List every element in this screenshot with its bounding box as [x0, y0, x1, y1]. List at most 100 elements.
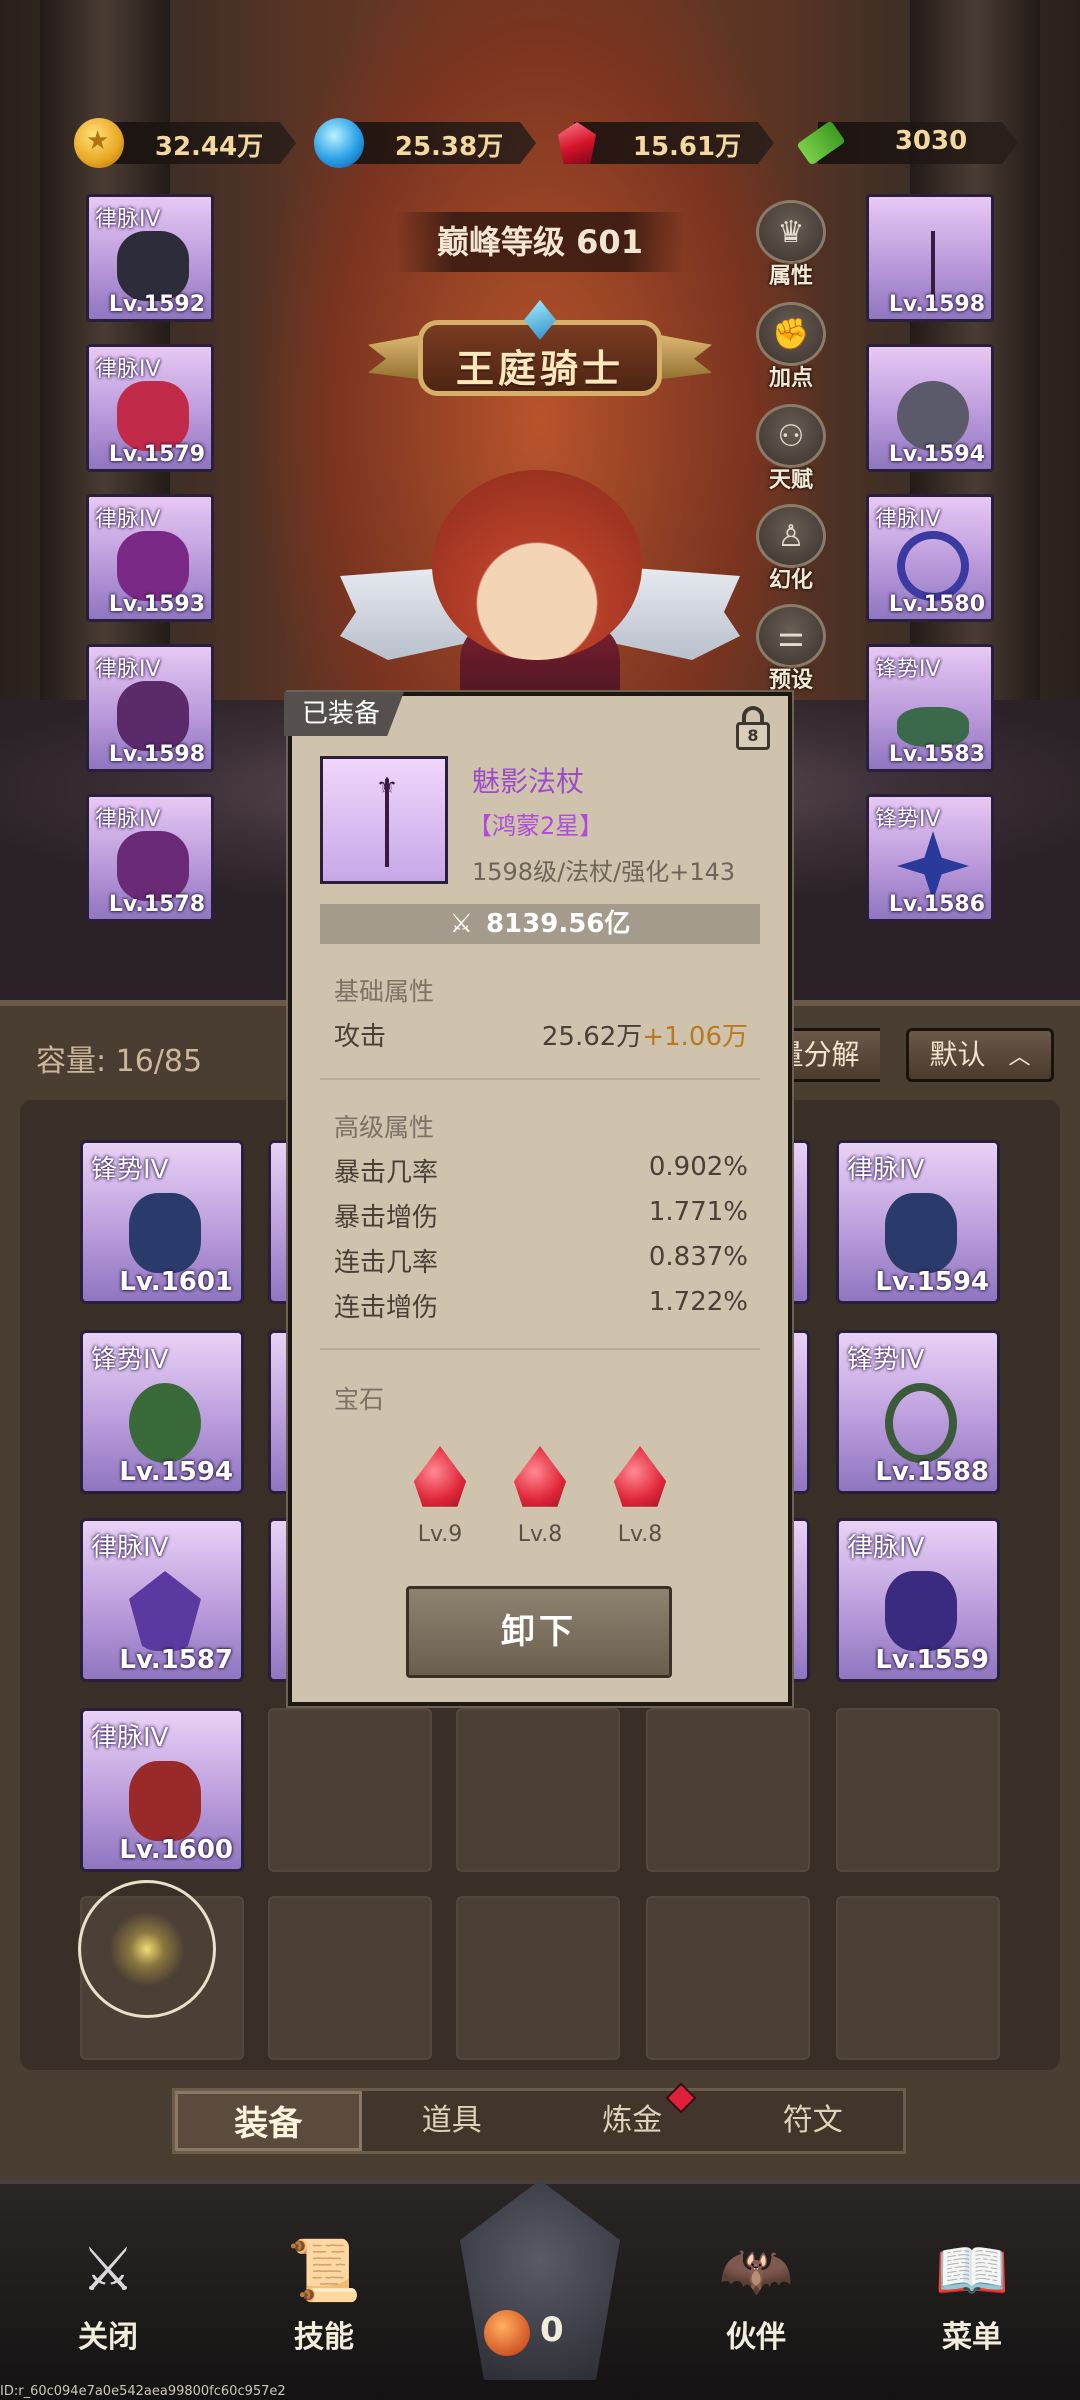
- gem-level: Lv.8: [617, 1522, 663, 1547]
- equip-slot-left-1[interactable]: 律脉IV Lv.1592: [86, 194, 214, 322]
- star-emblem-icon: [897, 831, 969, 901]
- slot-level: Lv.1594: [888, 442, 985, 467]
- attribute-button[interactable]: ♛ 属性: [753, 200, 829, 289]
- transmog-button[interactable]: ♙ 幻化: [753, 504, 829, 593]
- equip-slot-right-5[interactable]: 锋势IV Lv.1586: [866, 794, 994, 922]
- stat-name: 暴击几率: [334, 1158, 439, 1188]
- hat-icon: [129, 1193, 201, 1273]
- item-level: Lv.1600: [119, 1835, 233, 1865]
- item-tag: 律脉IV: [847, 1155, 925, 1185]
- slot-tag: 律脉IV: [95, 357, 161, 382]
- nav-close-label: 关闭: [78, 2320, 138, 2355]
- currency-value: 25.38万: [394, 132, 504, 162]
- currency-value: 3030: [894, 126, 968, 156]
- stat-name: 暴击增伤: [334, 1203, 439, 1233]
- peak-level: 巅峰等级 601: [395, 212, 685, 272]
- blue-orb-icon: [314, 118, 364, 168]
- equip-slot-right-2[interactable]: Lv.1594: [866, 344, 994, 472]
- boots-icon: [117, 831, 189, 901]
- gems-title: 宝石: [334, 1385, 385, 1414]
- slot-level: Lv.1592: [108, 292, 205, 317]
- currency-value: 15.61万: [632, 132, 742, 162]
- advanced-attributes-title: 高级属性: [334, 1113, 435, 1142]
- equip-slot-left-2[interactable]: 律脉IV Lv.1579: [86, 344, 214, 472]
- nav-skills[interactable]: 📜 技能: [254, 2220, 394, 2356]
- inventory-item[interactable]: 律脉IV Lv.1587: [80, 1518, 244, 1682]
- inventory-item[interactable]: 锋势IV Lv.1601: [80, 1140, 244, 1304]
- slot-level: Lv.1598: [888, 292, 985, 317]
- preset-button[interactable]: ⚌ 预设: [753, 604, 829, 693]
- equip-slot-left-4[interactable]: 律脉IV Lv.1598: [86, 644, 214, 772]
- empty-slot: [646, 1896, 810, 2060]
- stat-value: 0.837%: [648, 1242, 748, 1272]
- sliders-icon: ⚌: [756, 604, 826, 668]
- equip-slot-right-1[interactable]: Lv.1598: [866, 194, 994, 322]
- tab-equipment[interactable]: 装备: [175, 2091, 362, 2151]
- currency-value: 32.44万: [154, 132, 264, 162]
- empty-slot: [836, 1708, 1000, 1872]
- shirt-icon: ♙: [756, 504, 826, 568]
- preset-label: 预设: [768, 668, 813, 693]
- nav-close[interactable]: ⚔ 关闭: [38, 2220, 178, 2356]
- nav-menu[interactable]: 📖 菜单: [902, 2220, 1042, 2356]
- stat-value: 1.771%: [648, 1197, 748, 1227]
- slot-tag: 律脉IV: [95, 207, 161, 232]
- empty-slot: [268, 1896, 432, 2060]
- amulet-icon: [129, 1383, 201, 1463]
- stat-row: 连击几率 0.837%: [334, 1242, 748, 1279]
- stat-row: 暴击增伤 1.771%: [334, 1197, 748, 1234]
- unequip-button[interactable]: 卸下: [406, 1586, 672, 1678]
- inventory-item[interactable]: 律脉IV Lv.1600: [80, 1708, 244, 1872]
- notification-dot-icon: [665, 2082, 697, 2114]
- item-meta: 1598级/法杖/强化+143: [472, 858, 736, 886]
- slot-level: Lv.1586: [888, 892, 985, 917]
- gem-level: Lv.9: [417, 1522, 463, 1547]
- stat-bonus: +1.06万: [642, 1022, 748, 1052]
- add-points-button[interactable]: ✊ 加点: [753, 302, 829, 391]
- empty-slot: [836, 1896, 1000, 2060]
- tab-items[interactable]: 道具: [362, 2091, 543, 2151]
- hat-icon: [885, 1193, 957, 1273]
- nav-menu-label: 菜单: [942, 2320, 1002, 2355]
- class-title: 王庭骑士: [455, 347, 624, 391]
- divider: [320, 1078, 760, 1080]
- spiked-mace-icon: [897, 381, 969, 451]
- fist-icon: ✊: [756, 302, 826, 366]
- debug-id: ID:r_60c094e7a0e542aea99800fc60c957e2: [0, 2384, 286, 2399]
- lock-count: 8: [736, 722, 770, 750]
- gem-slot[interactable]: Lv.9: [410, 1446, 470, 1547]
- tab-runes[interactable]: 符文: [723, 2091, 904, 2151]
- combat-power-value: 8139.56亿: [485, 909, 631, 939]
- nav-center-crest[interactable]: 0: [440, 2160, 640, 2390]
- equip-slot-right-4[interactable]: 锋势IV Lv.1583: [866, 644, 994, 772]
- attribute-label: 属性: [768, 264, 813, 289]
- slot-level: Lv.1578: [108, 892, 205, 917]
- basic-attributes-title: 基础属性: [334, 977, 435, 1006]
- stat-name: 连击几率: [334, 1248, 439, 1278]
- equip-slot-right-3[interactable]: 律脉IV Lv.1580: [866, 494, 994, 622]
- tab-alchemy[interactable]: 炼金: [542, 2082, 723, 2151]
- nav-skills-label: 技能: [294, 2320, 354, 2355]
- combat-power-bar: ⚔ 8139.56亿: [320, 904, 760, 944]
- inventory-item[interactable]: 律脉IV Lv.1594: [836, 1140, 1000, 1304]
- stat-row-attack: 攻击 25.62万+1.06万: [334, 1016, 748, 1053]
- item-level: Lv.1594: [119, 1457, 233, 1487]
- equip-slot-left-3[interactable]: 律脉IV Lv.1593: [86, 494, 214, 622]
- gem-slot[interactable]: Lv.8: [610, 1446, 670, 1547]
- nav-partner[interactable]: 🦇 伙伴: [686, 2220, 826, 2356]
- inventory-item[interactable]: 锋势IV Lv.1594: [80, 1330, 244, 1494]
- gem-slot[interactable]: Lv.8: [510, 1446, 570, 1547]
- gold-coin-icon: [74, 118, 124, 168]
- inventory-item[interactable]: 律脉IV Lv.1559: [836, 1518, 1000, 1682]
- slot-level: Lv.1598: [108, 742, 205, 767]
- talent-button[interactable]: ⚇ 天赋: [753, 404, 829, 493]
- slot-tag: 律脉IV: [95, 657, 161, 682]
- item-tag: 律脉IV: [91, 1533, 169, 1563]
- equip-slot-left-5[interactable]: 律脉IV Lv.1578: [86, 794, 214, 922]
- helmet-icon: [117, 231, 189, 301]
- sort-dropdown[interactable]: 默认 ︿: [906, 1028, 1054, 1082]
- belt-icon: [117, 531, 189, 601]
- inventory-item[interactable]: 锋势IV Lv.1588: [836, 1330, 1000, 1494]
- lock-icon[interactable]: 8: [736, 706, 770, 750]
- hero-character[interactable]: [340, 440, 740, 710]
